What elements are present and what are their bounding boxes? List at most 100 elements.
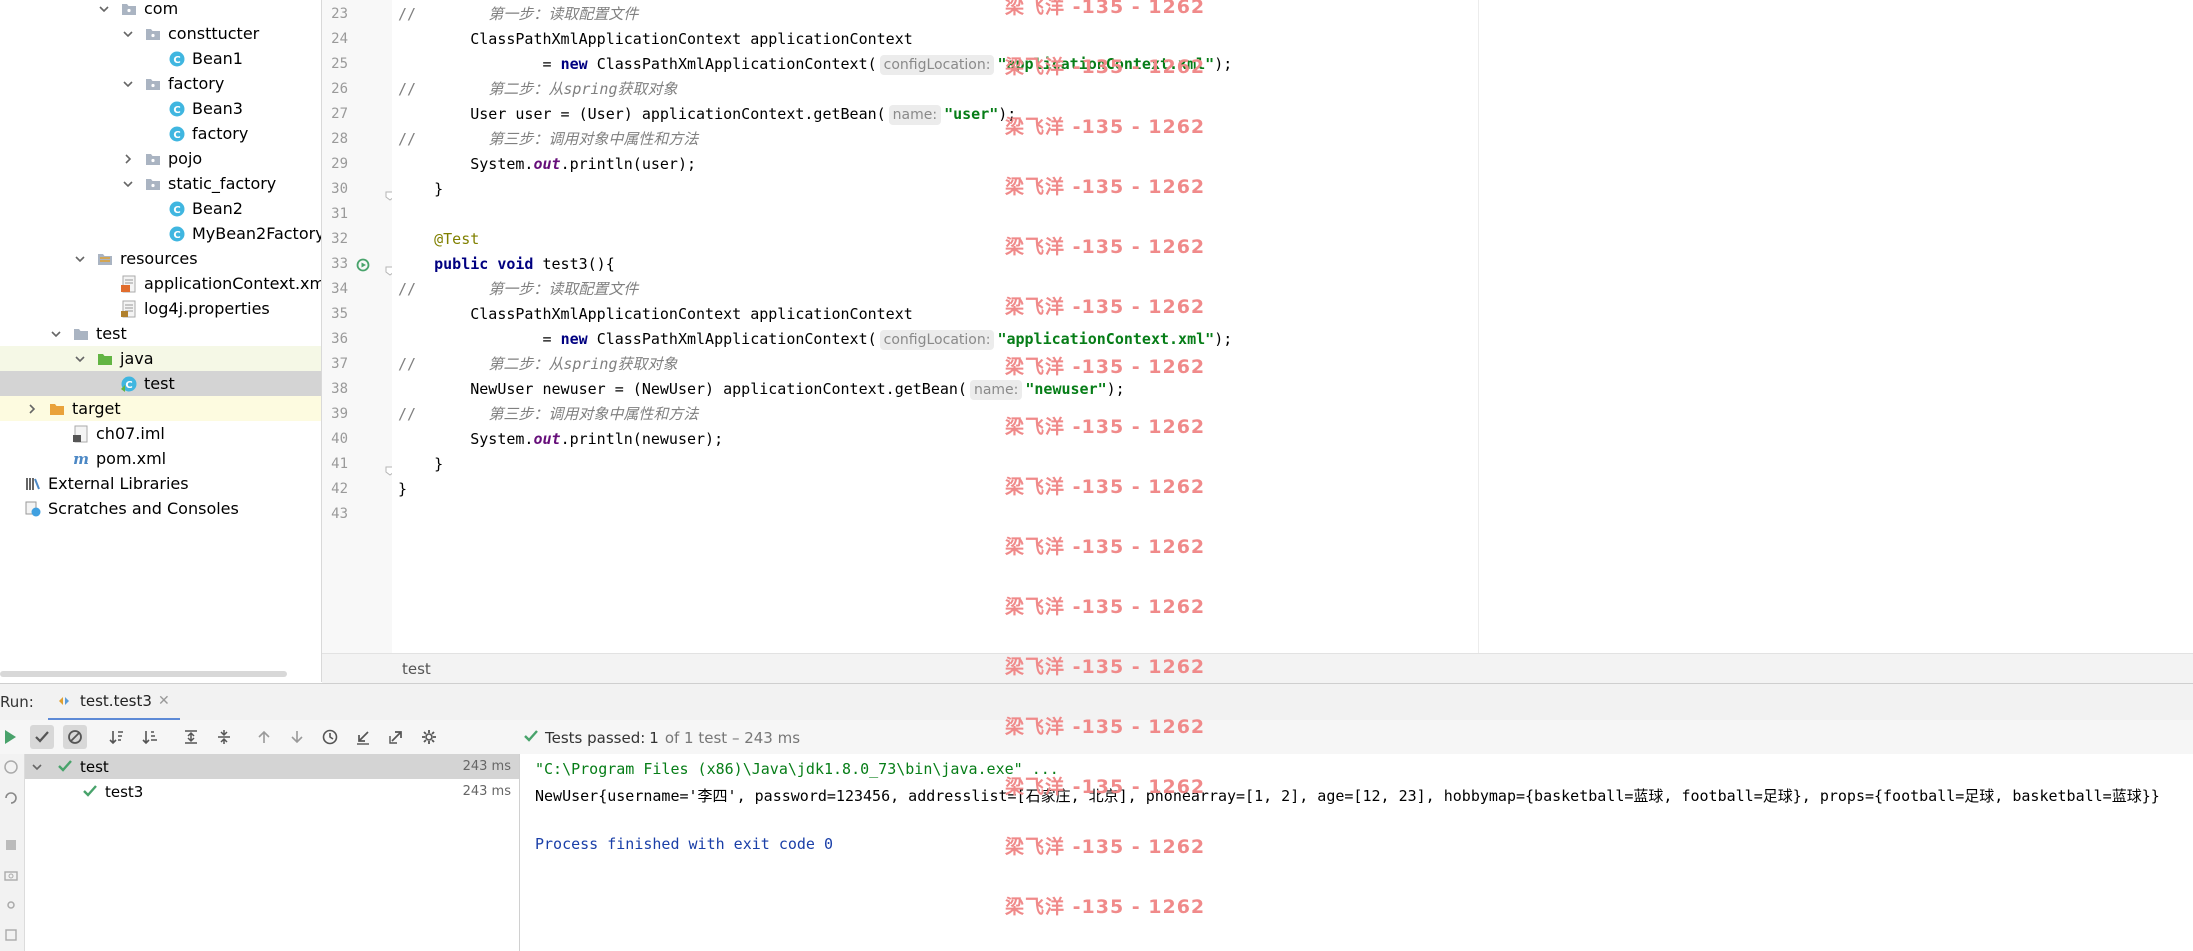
test-row-suite[interactable]: test 243 ms [25, 754, 519, 779]
code-line[interactable]: @Test [398, 227, 479, 252]
tree-item-target[interactable]: target [0, 396, 321, 421]
line-number: 25 [331, 56, 348, 72]
chevron-down-icon[interactable] [122, 78, 134, 90]
breadcrumb-item[interactable]: test [402, 660, 431, 678]
code-line[interactable]: ClassPathXmlApplicationContext applicati… [398, 302, 913, 327]
code-line[interactable]: ClassPathXmlApplicationContext applicati… [398, 27, 913, 52]
code-line[interactable]: } [398, 177, 443, 202]
rerun-icon[interactable] [0, 725, 22, 749]
tree-item-scratches-and-consoles[interactable]: Scratches and Consoles [0, 496, 321, 521]
code-line[interactable]: // 第一步：读取配置文件 [398, 277, 638, 302]
tree-item-java[interactable]: java [0, 346, 321, 371]
tree-item-label: java [120, 349, 154, 368]
code-line[interactable]: System.out.println(user); [398, 152, 696, 177]
collapse-all-icon[interactable] [212, 725, 236, 749]
tree-item-log4j-properties[interactable]: log4j.properties [0, 296, 321, 321]
debug-icon[interactable] [3, 759, 19, 775]
show-ignored-toggle[interactable] [63, 725, 87, 749]
chevron-down-icon[interactable] [122, 178, 134, 190]
run-tab[interactable]: test.test3 ✕ [48, 684, 180, 721]
chevron-down-icon[interactable] [50, 328, 62, 340]
rerun-failed-icon[interactable] [3, 790, 19, 806]
code-line[interactable]: = new ClassPathXmlApplicationContext(con… [398, 327, 1232, 352]
svg-text:C: C [173, 105, 180, 116]
code-token: // [398, 130, 417, 148]
chevron-down-icon[interactable] [31, 761, 43, 773]
code-editor[interactable]: // 第一步：读取配置文件 ClassPathXmlApplicationCon… [392, 0, 1478, 653]
code-line[interactable]: // 第三步：调用对象中属性和方法 [398, 127, 698, 152]
sort-duration-icon[interactable] [138, 725, 162, 749]
tree-item-label: test [144, 374, 175, 393]
chevron-down-icon[interactable] [74, 253, 86, 265]
code-line[interactable]: System.out.println(newuser); [398, 427, 723, 452]
chevron-down-icon[interactable] [122, 28, 134, 40]
tree-item-factory[interactable]: factory [0, 71, 321, 96]
sort-alpha-icon[interactable] [105, 725, 129, 749]
history-icon[interactable] [318, 725, 342, 749]
export-tests-icon[interactable] [384, 725, 408, 749]
tree-item-mybean2factory[interactable]: C MyBean2Factory [0, 221, 321, 246]
tree-item-label: Scratches and Consoles [48, 499, 239, 518]
tree-item-resources[interactable]: resources [0, 246, 321, 271]
tree-item-label: pojo [168, 149, 203, 168]
chevron-right-icon[interactable] [26, 403, 38, 415]
tree-item-bean2[interactable]: C Bean2 [0, 196, 321, 221]
code-line[interactable]: = new ClassPathXmlApplicationContext(con… [398, 52, 1232, 77]
code-line[interactable]: public void test3(){ [398, 252, 615, 277]
tree-item-static-factory[interactable]: static_factory [0, 171, 321, 196]
svg-text:C: C [125, 380, 132, 391]
tree-item-label: Bean3 [192, 99, 243, 118]
tree-item-bean3[interactable]: C Bean3 [0, 96, 321, 121]
next-failed-icon[interactable] [285, 725, 309, 749]
settings-icon[interactable] [3, 897, 19, 913]
gear-icon[interactable] [417, 725, 441, 749]
code-line[interactable]: } [398, 452, 443, 477]
tree-item-applicationcontext-xml[interactable]: applicationContext.xml [0, 271, 321, 296]
test-name: test3 [105, 782, 144, 801]
expand-all-icon[interactable] [179, 725, 203, 749]
line-number: 43 [331, 506, 348, 522]
import-tests-icon[interactable] [351, 725, 375, 749]
close-icon[interactable]: ✕ [158, 693, 170, 709]
code-line[interactable]: // 第三步：调用对象中属性和方法 [398, 402, 698, 427]
line-number: 23 [331, 6, 348, 22]
code-line[interactable]: // 第二步：从spring获取对象 [398, 77, 678, 102]
code-line[interactable]: NewUser newuser = (NewUser) applicationC… [398, 377, 1125, 402]
test-row-method[interactable]: test3 243 ms [25, 779, 519, 804]
stop-icon[interactable] [3, 837, 19, 853]
chevron-down-icon[interactable] [74, 353, 86, 365]
tree-item-test[interactable]: test [0, 321, 321, 346]
tree-item-test[interactable]: Ctest [0, 371, 321, 396]
code-line[interactable]: } [398, 477, 407, 502]
tree-item-external-libraries[interactable]: External Libraries [0, 471, 321, 496]
test-passed-icon [82, 783, 98, 803]
code-token: new [560, 330, 597, 348]
tree-item-ch07-iml[interactable]: ch07.iml [0, 421, 321, 446]
class-icon: C [168, 200, 186, 218]
show-passed-toggle[interactable] [30, 725, 54, 749]
chevron-down-icon[interactable] [98, 3, 110, 15]
code-token: // [398, 5, 417, 23]
run-test-gutter-icon[interactable] [356, 257, 372, 273]
tree-item-consttucter[interactable]: consttucter [0, 21, 321, 46]
console-output[interactable]: "C:\Program Files (x86)\Java\jdk1.8.0_73… [520, 754, 2193, 951]
tree-item-pojo[interactable]: pojo [0, 146, 321, 171]
code-line[interactable]: User user = (User) applicationContext.ge… [398, 102, 1016, 127]
chevron-right-icon[interactable] [122, 153, 134, 165]
previous-failed-icon[interactable] [252, 725, 276, 749]
exit-icon[interactable] [3, 927, 19, 943]
code-line[interactable]: // 第一步：读取配置文件 [398, 2, 638, 27]
code-token: 第二步：从spring获取对象 [488, 80, 678, 98]
camera-icon[interactable] [3, 867, 19, 883]
tree-item-com[interactable]: com [0, 0, 321, 21]
scratch-icon [24, 500, 42, 518]
code-line[interactable]: // 第二步：从spring获取对象 [398, 352, 678, 377]
tree-item-bean1[interactable]: C Bean1 [0, 46, 321, 71]
tree-item-factory[interactable]: Cfactory [0, 121, 321, 146]
line-number: 26 [331, 81, 348, 97]
class-icon: C [168, 100, 186, 118]
editor-breadcrumb[interactable]: test [322, 653, 2193, 684]
tree-item-pom-xml[interactable]: m pom.xml [0, 446, 321, 471]
tree-horizontal-scrollbar[interactable] [0, 671, 287, 677]
